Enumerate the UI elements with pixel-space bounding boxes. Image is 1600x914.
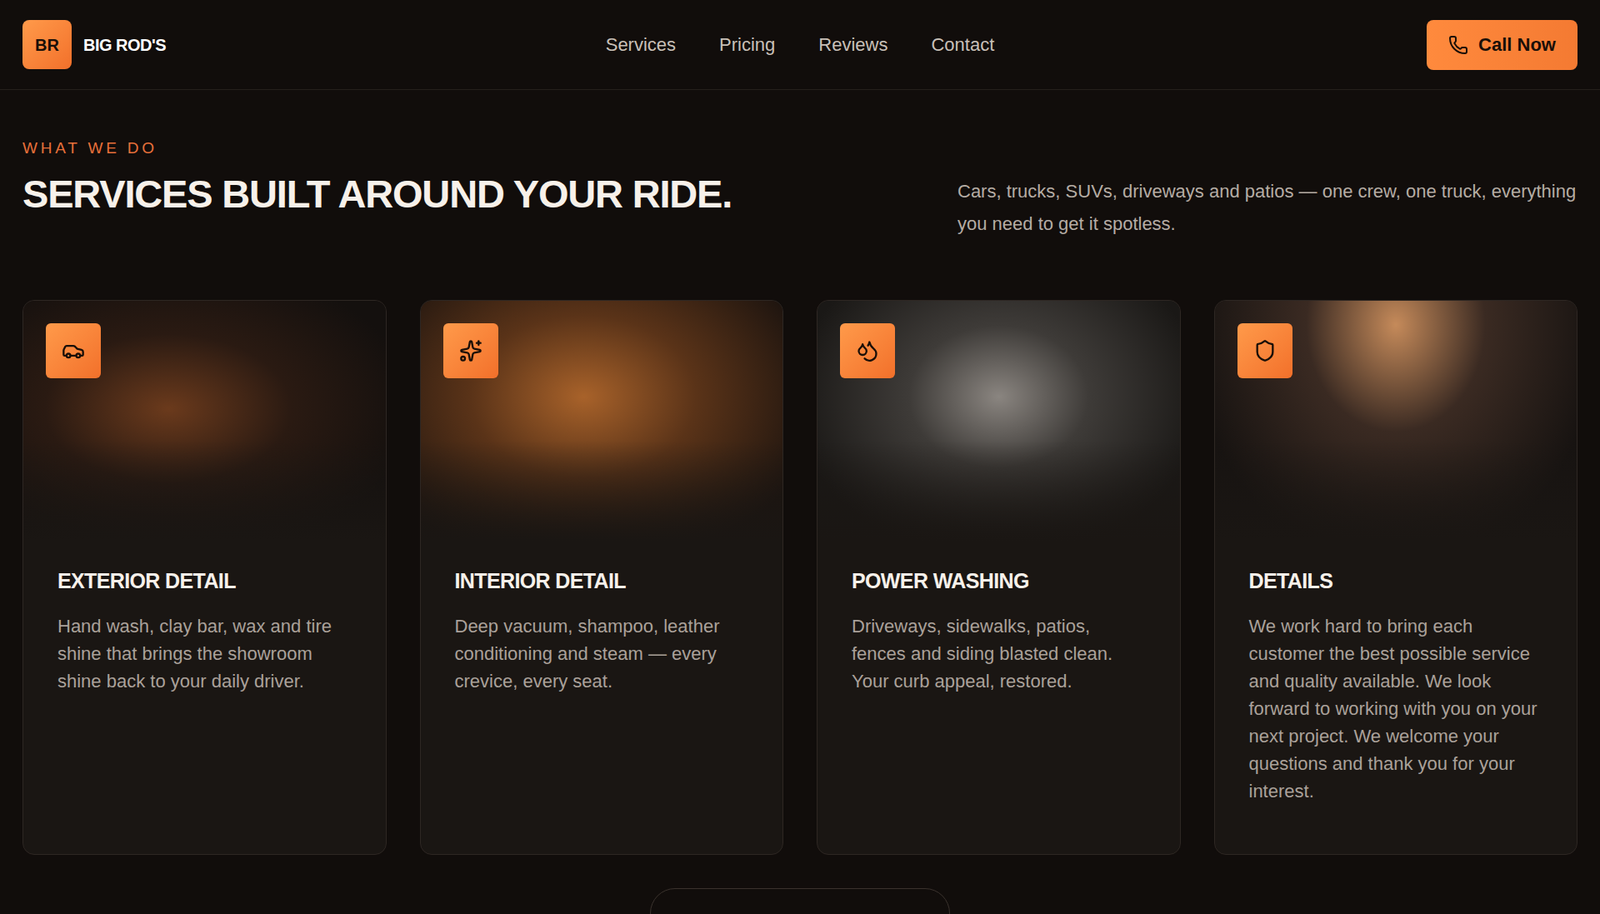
service-title: EXTERIOR DETAIL [57, 565, 352, 598]
shield-icon [1253, 339, 1277, 363]
view-more-button[interactable] [650, 888, 950, 914]
service-cards: EXTERIOR DETAIL Hand wash, clay bar, wax … [22, 300, 1578, 855]
service-card[interactable]: EXTERIOR DETAIL Hand wash, clay bar, wax … [22, 300, 387, 855]
services-section: WHAT WE DO SERVICES BUILT AROUND YOUR RID… [0, 90, 1600, 914]
droplets-icon [855, 339, 880, 363]
nav-link[interactable]: Contact [930, 30, 995, 59]
service-title: DETAILS [1249, 565, 1544, 598]
phone-icon [1448, 35, 1469, 55]
page: BR BIG ROD'S Services Pricing Reviews Contact… [0, 0, 1600, 914]
brand[interactable]: BR BIG ROD'S [22, 20, 273, 70]
nav-link[interactable]: Pricing [719, 30, 775, 59]
service-body: EXTERIOR DETAIL Hand wash, clay bar, wax … [23, 540, 386, 720]
service-title: INTERIOR DETAIL [455, 565, 750, 598]
service-card[interactable]: POWER WASHING Driveways, sidewalks, patio… [816, 300, 1181, 855]
more-row [22, 888, 1578, 914]
service-photo [1215, 300, 1578, 541]
service-photo [817, 300, 1180, 541]
service-icon-badge [443, 323, 499, 379]
service-photo [23, 300, 386, 541]
service-text: Driveways, sidewalks, patios, fences and… [851, 612, 1146, 695]
service-photo [420, 300, 784, 541]
service-card[interactable]: INTERIOR DETAIL Deep vacuum, shampoo, lea… [420, 300, 785, 855]
call-now-button[interactable]: Call Now [1426, 20, 1578, 70]
header-actions: Call Now [1327, 20, 1578, 70]
brand-logo: BR [22, 20, 72, 70]
section-heading: WHAT WE DO SERVICES BUILT AROUND YOUR RID… [22, 136, 732, 215]
service-card[interactable]: DETAILS We work hard to bring each custom… [1214, 300, 1579, 855]
section-header: WHAT WE DO SERVICES BUILT AROUND YOUR RID… [22, 136, 1578, 240]
service-body: POWER WASHING Driveways, sidewalks, patio… [817, 540, 1180, 720]
nav-link[interactable]: Reviews [818, 30, 888, 59]
car-icon [61, 339, 85, 363]
nav-link[interactable]: Services [605, 30, 676, 59]
service-body: DETAILS We work hard to bring each custom… [1215, 540, 1578, 830]
service-icon-badge [45, 323, 101, 379]
service-text: Deep vacuum, shampoo, leather conditioni… [455, 612, 750, 695]
sparkles-icon [459, 339, 483, 363]
service-body: INTERIOR DETAIL Deep vacuum, shampoo, lea… [420, 540, 784, 720]
main-nav: Services Pricing Reviews Contact [605, 30, 995, 59]
service-title: POWER WASHING [851, 565, 1146, 598]
service-text: Hand wash, clay bar, wax and tire shine … [57, 612, 352, 695]
section-description: Cars, trucks, SUVs, driveways and patios… [957, 175, 1578, 240]
section-title: SERVICES BUILT AROUND YOUR RIDE. [22, 172, 732, 216]
service-icon-badge [1237, 323, 1293, 379]
brand-name: BIG ROD'S [83, 32, 166, 58]
service-text: We work hard to bring each customer the … [1249, 612, 1544, 805]
service-icon-badge [840, 323, 895, 379]
header: BR BIG ROD'S Services Pricing Reviews Contact… [0, 0, 1600, 90]
eyebrow: WHAT WE DO [22, 136, 732, 161]
